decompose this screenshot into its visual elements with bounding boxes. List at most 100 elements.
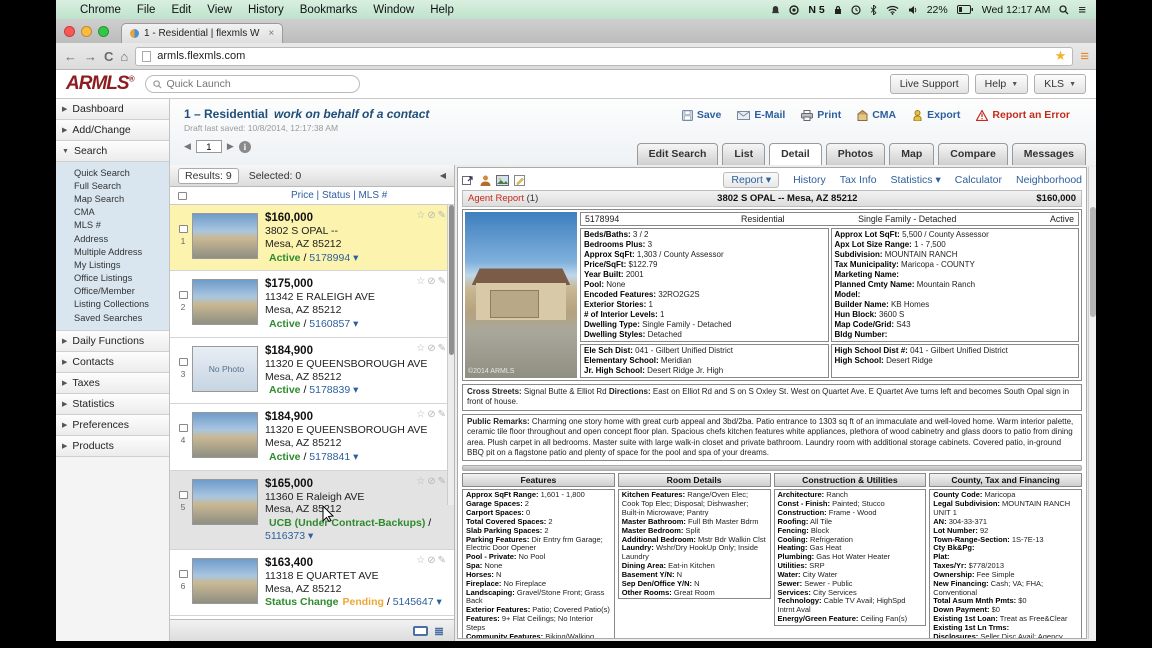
mls-number-link[interactable]: 5116373 ▾ [265, 530, 313, 542]
favorite-star-icon[interactable]: ☆ [416, 276, 427, 287]
help-button[interactable]: Help▼ [975, 74, 1029, 94]
back-button[interactable]: ← [64, 50, 77, 63]
calculator-link[interactable]: Calculator [955, 174, 1002, 186]
report-dropdown[interactable]: Report ▾ [723, 172, 779, 188]
listing-row[interactable]: 3 No Photo $184,900 11320 E QUEENSBOROUG… [170, 338, 454, 404]
cma-button[interactable]: CMA [857, 109, 896, 121]
lock-icon[interactable] [834, 5, 842, 15]
menubar-clock[interactable]: Wed 12:17 AM [982, 4, 1051, 16]
time-machine-icon[interactable] [851, 5, 861, 15]
row-checkbox[interactable] [179, 225, 188, 233]
url-input[interactable] [157, 50, 1048, 62]
reload-button[interactable]: C [104, 50, 113, 63]
property-photo[interactable]: ©2014 ARMLS [465, 212, 577, 378]
list-view-icon[interactable]: ≣ [434, 624, 444, 638]
email-button[interactable]: E-Mail [737, 109, 785, 121]
contact-person-icon[interactable] [479, 174, 492, 187]
next-page-arrow[interactable]: ▶ [227, 141, 234, 152]
note-icon[interactable]: ✎ [438, 555, 448, 566]
mac-menu-item[interactable]: Help [430, 4, 454, 16]
listing-row[interactable]: 4 $184,900 11320 E QUEENSBOROUGH AVE Mes [170, 404, 454, 470]
bluetooth-icon[interactable] [870, 5, 877, 15]
detail-scrollbar[interactable] [1088, 167, 1096, 639]
listing-row[interactable]: 2 $175,000 11342 E RALEIGH AVE Mesa, AZ [170, 271, 454, 337]
info-icon[interactable]: i [239, 141, 251, 153]
tab-close-icon[interactable]: × [268, 28, 274, 39]
record-icon[interactable] [789, 5, 799, 15]
sidebar-subitem[interactable]: Multiple Address [74, 245, 169, 258]
favorite-star-icon[interactable]: ☆ [416, 555, 427, 566]
quick-launch-box[interactable] [145, 75, 360, 93]
volume-icon[interactable] [908, 5, 918, 15]
sidebar-subitem[interactable]: My Listings [74, 258, 169, 271]
sidebar-subitem[interactable]: Listing Collections [74, 298, 169, 311]
user-menu-button[interactable]: KLS▼ [1034, 74, 1086, 94]
reject-icon[interactable]: ⊘ [427, 210, 437, 221]
card-view-icon[interactable] [413, 626, 428, 636]
view-tab[interactable]: Map [889, 143, 934, 165]
view-tab[interactable]: Photos [826, 143, 886, 165]
mls-number-link[interactable]: 5178841 ▾ [309, 451, 358, 463]
address-bar[interactable]: ★ [135, 47, 1073, 66]
favorite-star-icon[interactable]: ☆ [416, 210, 427, 221]
favorite-star-icon[interactable]: ☆ [416, 343, 427, 354]
row-checkbox[interactable] [179, 424, 188, 432]
sidebar-section[interactable]: ▶ Dashboard [56, 99, 169, 120]
row-checkbox[interactable] [179, 291, 188, 299]
tax-info-link[interactable]: Tax Info [840, 174, 877, 186]
edit-note-icon[interactable] [513, 174, 526, 187]
mac-menu-item[interactable]: Bookmarks [300, 4, 358, 16]
reject-icon[interactable]: ⊘ [427, 276, 437, 287]
view-tab[interactable]: Edit Search [637, 143, 719, 165]
history-link[interactable]: History [793, 174, 826, 186]
listing-thumbnail[interactable] [192, 412, 258, 458]
view-tab[interactable]: Detail [769, 143, 822, 165]
sidebar-subitem[interactable]: Quick Search [74, 166, 169, 179]
home-button[interactable]: ⌂ [120, 50, 128, 63]
view-tab[interactable]: Compare [938, 143, 1008, 165]
reject-icon[interactable]: ⊘ [427, 409, 437, 420]
listing-thumbnail[interactable] [192, 479, 258, 525]
sidebar-subitem[interactable]: MLS # [74, 219, 169, 232]
listing-thumbnail[interactable] [192, 279, 258, 325]
mac-menu-item[interactable]: Chrome [80, 4, 121, 16]
mac-menu-item[interactable]: Edit [171, 4, 191, 16]
sidebar-subitem[interactable]: Address [74, 232, 169, 245]
bookmark-star-icon[interactable]: ★ [1055, 48, 1067, 64]
sidebar-section[interactable]: ▶ Products [56, 436, 169, 457]
adobe-badge[interactable]: N 5 [808, 4, 824, 16]
notification-center-icon[interactable]: ≡ [1078, 2, 1086, 17]
sidebar-section[interactable]: ▶ Daily Functions [56, 331, 169, 352]
chrome-menu-icon[interactable]: ≡ [1080, 48, 1088, 65]
mls-number-link[interactable]: 5178839 ▾ [309, 384, 358, 396]
row-checkbox[interactable] [179, 570, 188, 578]
mac-menu-item[interactable]: History [248, 4, 284, 16]
notification-bell-icon[interactable] [771, 5, 780, 15]
listing-row[interactable]: 1 $160,000 3802 S OPAL -- Mesa, AZ 85212 [170, 205, 454, 271]
mac-menu-item[interactable]: Window [373, 4, 414, 16]
prev-page-arrow[interactable]: ◀ [184, 141, 191, 152]
favorite-star-icon[interactable]: ☆ [416, 476, 427, 487]
sidebar-section[interactable]: ▶ Add/Change [56, 120, 169, 141]
window-controls[interactable] [64, 26, 109, 37]
minimize-window-button[interactable] [81, 26, 92, 37]
view-tab[interactable]: Messages [1012, 143, 1086, 165]
listing-row[interactable]: 7 $150,000 11347 E QUINTANA AVE Mesa, AZ [170, 616, 454, 619]
sidebar-subitem[interactable]: CMA [74, 206, 169, 219]
spotlight-icon[interactable] [1059, 5, 1069, 15]
row-checkbox[interactable] [179, 491, 188, 499]
export-button[interactable]: Export [912, 109, 960, 121]
sidebar-subitem[interactable]: Full Search [74, 179, 169, 192]
select-all-checkbox[interactable] [178, 192, 187, 200]
forward-button[interactable]: → [84, 50, 97, 63]
live-support-button[interactable]: Live Support [890, 74, 969, 94]
sidebar-subitem[interactable]: Map Search [74, 192, 169, 205]
reject-icon[interactable]: ⊘ [427, 343, 437, 354]
reject-icon[interactable]: ⊘ [427, 555, 437, 566]
reject-icon[interactable]: ⊘ [427, 476, 437, 487]
quick-launch-input[interactable] [166, 78, 352, 90]
mls-number-link[interactable]: 5178994 ▾ [309, 252, 358, 264]
report-error-button[interactable]: Report an Error [976, 109, 1070, 121]
listing-row[interactable]: 5 $165,000 11360 E Raleigh AVE Mesa, AZ [170, 471, 454, 550]
listing-thumbnail[interactable] [192, 213, 258, 259]
